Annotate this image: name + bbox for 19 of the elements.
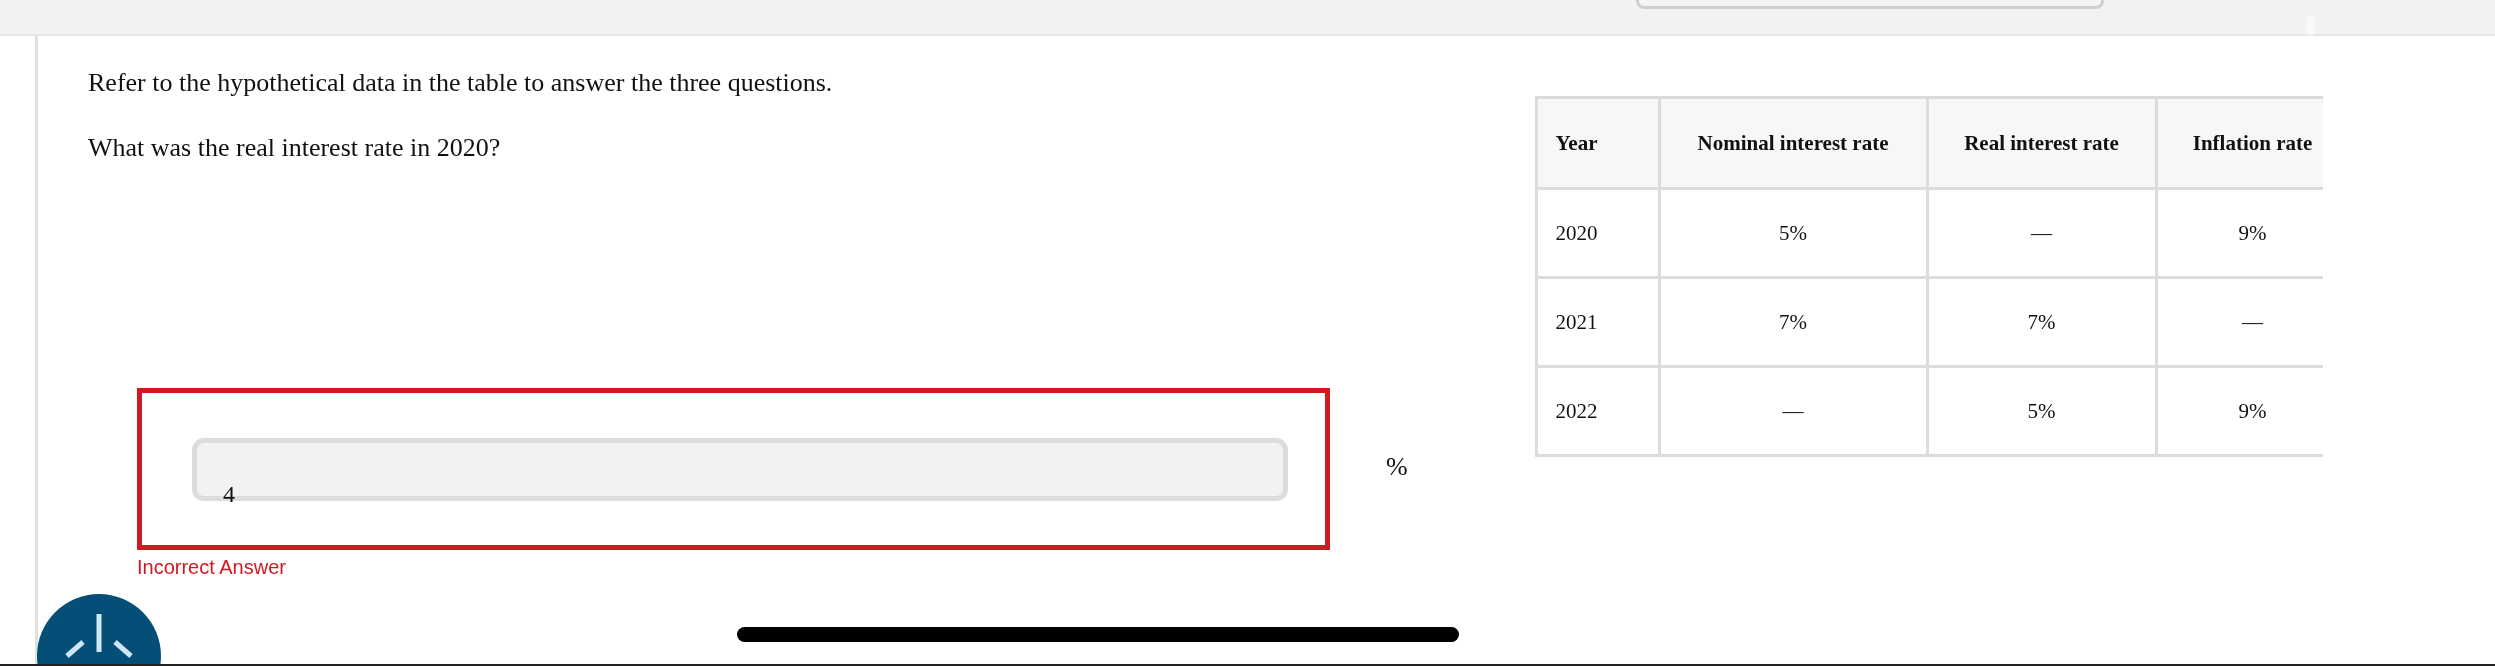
table-cell: 7% xyxy=(1659,277,1928,367)
table-cell: 2020 xyxy=(1536,188,1660,278)
asterisk-icon[interactable] xyxy=(37,594,161,666)
table-cell: 2021 xyxy=(1536,277,1660,367)
table-cell: 2022 xyxy=(1536,366,1660,456)
table-cell: 5% xyxy=(1659,188,1928,278)
table-cell: 5% xyxy=(1927,366,2157,456)
unit-label: % xyxy=(1386,452,1408,482)
answer-field[interactable]: 4 xyxy=(192,437,1288,501)
table-cell: — xyxy=(1659,366,1928,456)
table-cell: 7% xyxy=(1927,277,2157,367)
question-text: What was the real interest rate in 2020? xyxy=(88,133,501,163)
table-cell: — xyxy=(1927,188,2157,278)
instruction-text: Refer to the hypothetical data in the table to answer the three questions. xyxy=(88,68,833,98)
column-header: Year xyxy=(1536,97,1660,189)
column-header: Nominal interest rate xyxy=(1659,97,1928,189)
feedback-text: Incorrect Answer xyxy=(137,556,286,579)
column-header: Real interest rate xyxy=(1927,97,2157,189)
column-header: Inflation rate xyxy=(2156,97,2323,189)
